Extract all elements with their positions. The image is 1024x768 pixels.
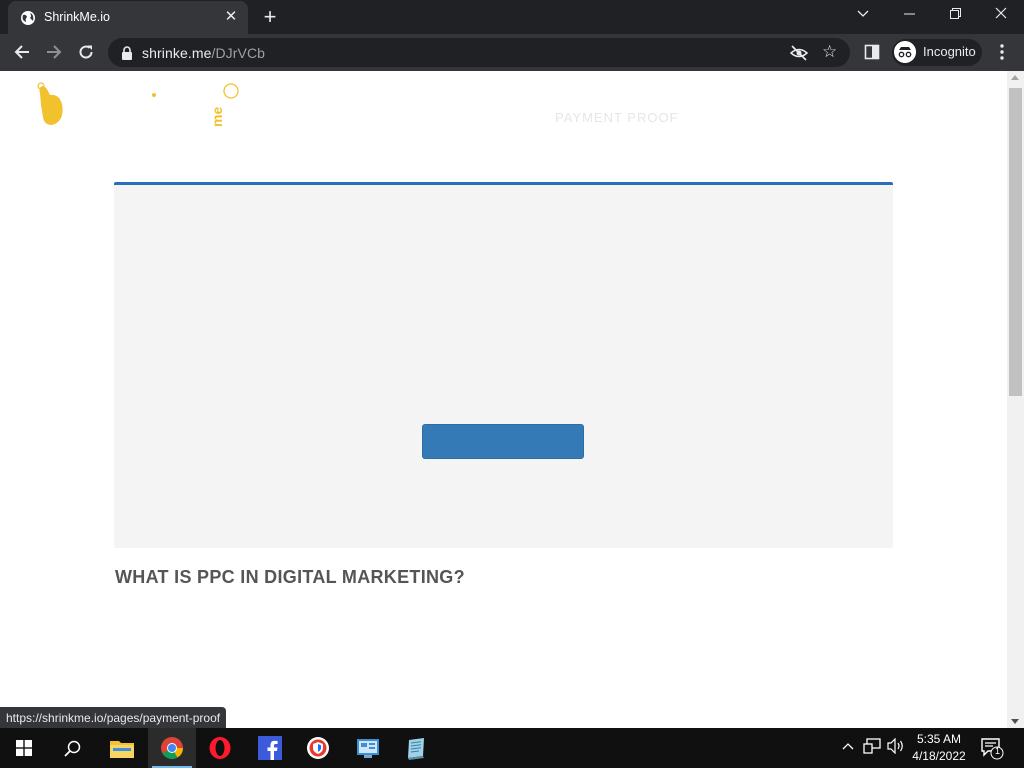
tab-shrinkme[interactable]: ShrinkMe.io ✕ (8, 1, 248, 34)
incognito-icon (894, 41, 916, 63)
search-icon (63, 740, 80, 757)
svg-text:me: me (209, 107, 225, 127)
scroll-down-arrow-icon[interactable] (1011, 719, 1019, 724)
notification-count: 1 (994, 746, 1000, 756)
notepad-icon (408, 738, 424, 760)
arrow-right-icon (47, 45, 62, 59)
taskbar-opera[interactable] (196, 728, 244, 768)
tab-title: ShrinkMe.io (44, 10, 110, 24)
clock-date: 4/18/2022 (912, 749, 966, 763)
restore-button[interactable] (932, 0, 978, 30)
arrow-left-icon (14, 45, 29, 59)
url-text[interactable]: shrinke.me/DJrVCb (142, 45, 265, 61)
taskbar-vpn[interactable] (294, 728, 342, 768)
windows-icon (16, 740, 32, 756)
star-icon[interactable]: ☆ (822, 43, 840, 61)
clock-time: 5:35 AM (916, 732, 962, 746)
volume-icon[interactable] (886, 737, 906, 758)
restore-icon (949, 8, 961, 19)
scroll-thumb[interactable] (1009, 88, 1022, 396)
side-panel-button[interactable] (858, 38, 886, 66)
browser-menu-button[interactable] (988, 38, 1016, 66)
start-button[interactable] (0, 728, 48, 768)
system-clock[interactable]: 5:35 AM 4/18/2022 (904, 731, 974, 765)
page-scrollbar[interactable] (1007, 71, 1024, 728)
chrome-icon (161, 737, 183, 759)
taskbar-notepad[interactable] (392, 728, 440, 768)
minimize-icon (903, 13, 915, 15)
control-panel-icon (357, 739, 379, 758)
tab-search-button[interactable] (840, 0, 886, 30)
ad-container (114, 182, 893, 548)
article-heading: WHAT IS PPC IN DIGITAL MARKETING? (115, 567, 465, 587)
opera-icon (209, 737, 231, 759)
chevron-up-icon[interactable] (838, 738, 858, 758)
taskbar-file-explorer[interactable] (98, 728, 146, 768)
reload-icon (79, 45, 93, 59)
globe-icon (21, 11, 35, 25)
link-status-bubble: https://shrinkme.io/pages/payment-proof (0, 707, 227, 729)
close-icon (995, 7, 1007, 19)
reload-button[interactable] (72, 38, 100, 66)
taskbar: 5:35 AM 4/18/2022 1 (0, 728, 1024, 768)
get-link-button[interactable] (422, 424, 584, 459)
more-vertical-icon (1000, 44, 1004, 60)
incognito-label: Incognito (923, 44, 976, 59)
browser-toolbar: shrinke.me/DJrVCb ☆ Incognito (0, 34, 1024, 71)
notification-center-button[interactable]: 1 (980, 736, 1004, 760)
forward-button[interactable] (40, 38, 68, 66)
new-tab-button[interactable]: + (258, 6, 282, 28)
scroll-up-arrow-icon[interactable] (1011, 75, 1019, 80)
taskbar-facebook[interactable] (246, 728, 294, 768)
taskbar-chrome[interactable] (148, 728, 196, 768)
minimize-button[interactable] (886, 0, 932, 30)
page-viewport: me PAYMENT PROOF WHAT IS PPC IN DIGITAL … (0, 71, 1007, 728)
back-button[interactable] (8, 38, 36, 66)
url-host: shrinke.me (142, 45, 212, 61)
nav-link-payment-proof[interactable]: PAYMENT PROOF (555, 110, 679, 125)
close-tab-icon[interactable]: ✕ (222, 8, 240, 26)
url-path: /DJrVCb (211, 45, 266, 61)
taskbar-control-panel[interactable] (344, 728, 392, 768)
lock-icon[interactable] (120, 45, 134, 61)
shrinkme-logo[interactable]: me (34, 81, 244, 131)
folder-icon (110, 741, 134, 758)
facebook-icon (258, 736, 282, 760)
shield-icon (307, 737, 329, 759)
side-panel-icon (864, 44, 880, 60)
chevron-down-icon (857, 10, 869, 17)
search-button[interactable] (48, 728, 96, 768)
incognito-indicator[interactable]: Incognito (892, 39, 982, 66)
eye-off-icon[interactable] (790, 44, 808, 62)
close-window-button[interactable] (978, 0, 1024, 30)
network-icon[interactable] (862, 738, 882, 758)
browser-titlebar: ShrinkMe.io ✕ + (0, 0, 1024, 34)
address-bar[interactable]: shrinke.me/DJrVCb ☆ (108, 38, 850, 67)
